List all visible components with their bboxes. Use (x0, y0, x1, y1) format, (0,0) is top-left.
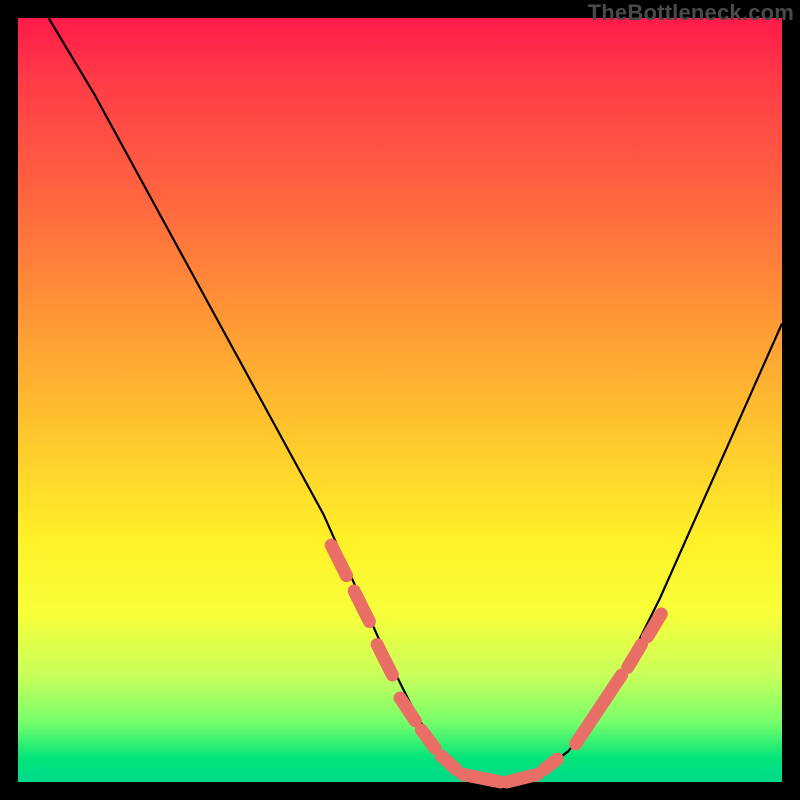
highlight-dash (331, 545, 346, 576)
chart-frame: TheBottleneck.com (0, 0, 800, 800)
highlight-dash (377, 645, 392, 676)
highlight-dash (507, 774, 538, 782)
highlight-dash (441, 756, 456, 770)
bottleneck-curve (49, 18, 782, 782)
chart-svg (18, 18, 782, 782)
highlight-dash (463, 774, 501, 782)
highlight-dashes (331, 545, 661, 782)
highlight-dash (400, 698, 415, 721)
highlight-dash (354, 591, 369, 622)
highlight-dash (544, 759, 558, 770)
watermark-label: TheBottleneck.com (588, 0, 794, 26)
highlight-dash (628, 645, 642, 668)
highlight-dash (421, 730, 435, 748)
highlight-dash (576, 675, 622, 744)
plot-area (18, 18, 782, 782)
